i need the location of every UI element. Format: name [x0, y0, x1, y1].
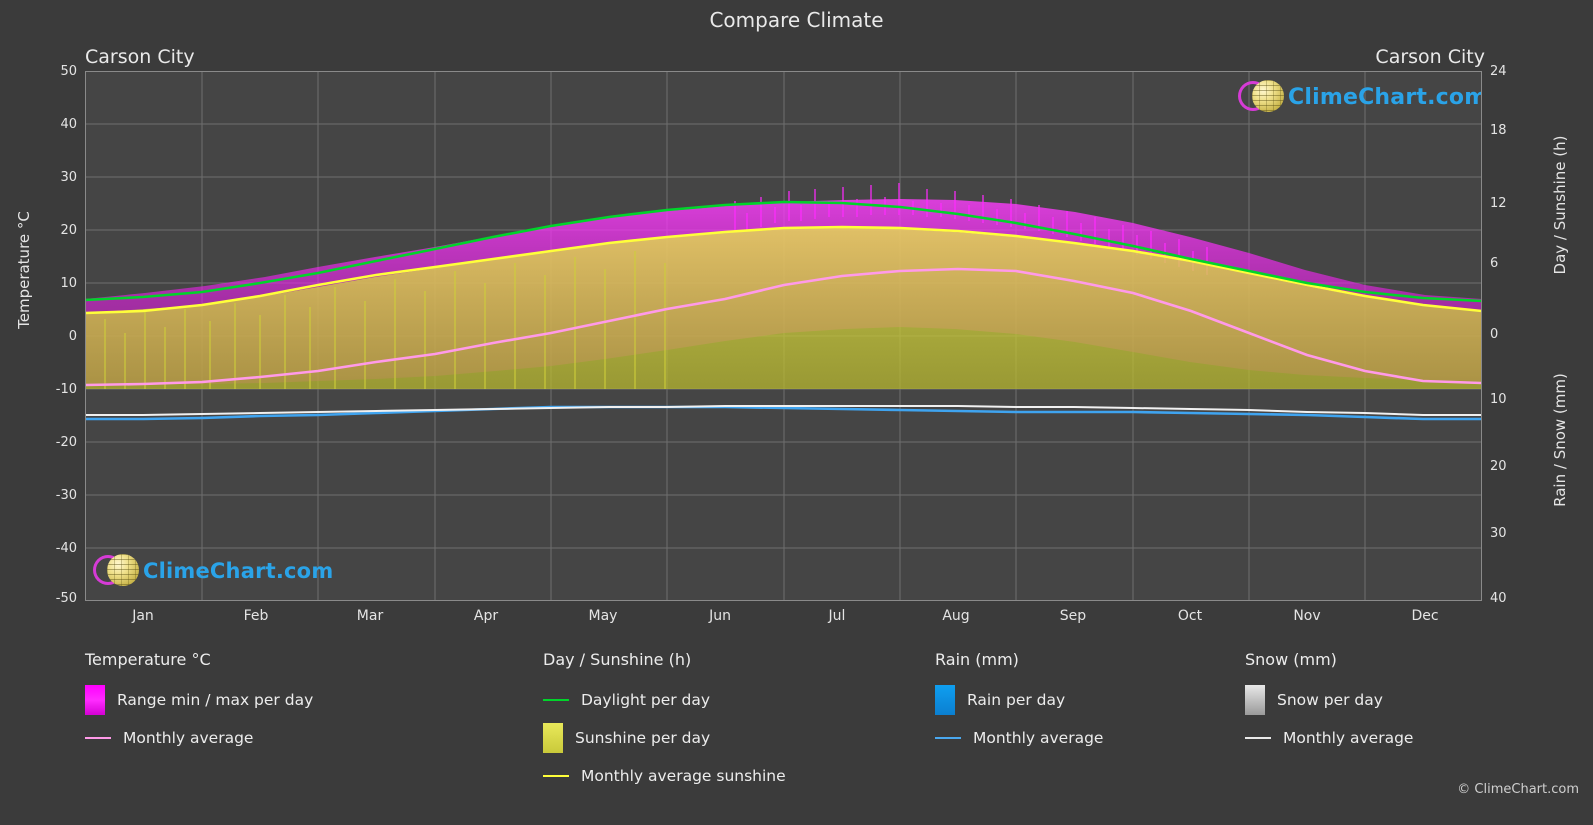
x-tick-jul: Jul [828, 608, 846, 624]
x-tick-apr: Apr [473, 608, 499, 624]
legend-item-sunshine-average: Monthly average sunshine [543, 761, 943, 791]
x-tick-dec: Dec [1411, 608, 1439, 624]
x-tick-mar: Mar [356, 608, 384, 624]
chart-svg [85, 71, 1482, 601]
legend-column-sunshine: Day / Sunshine (h) Daylight per day Suns… [543, 650, 943, 799]
x-tick-feb: Feb [243, 608, 269, 624]
climate-chart-page: Compare Climate Carson City Carson City [0, 0, 1593, 825]
legend-item-snow-daily: Snow per day [1245, 685, 1545, 715]
y-axis-label-right-bottom: Rain / Snow (mm) [1551, 373, 1569, 507]
y-tick-sun-4: 0 [1490, 327, 1499, 342]
y-tick-left-6: -10 [55, 382, 77, 397]
temperature-range-swatch [85, 685, 105, 715]
rain-swatch [935, 685, 955, 715]
y-axis-label-right-top: Day / Sunshine (h) [1551, 135, 1569, 275]
legend-item-sunshine-daily: Sunshine per day [543, 723, 943, 753]
x-tick-sep: Sep [1059, 608, 1087, 624]
sunshine-swatch [543, 723, 563, 753]
sunshine-average-swatch [543, 775, 569, 777]
climechart-logo-icon [1238, 80, 1284, 114]
y-tick-left-9: -40 [55, 541, 77, 556]
city-label-right: Carson City [1375, 46, 1485, 68]
watermark-bottom: ClimeChart.com [93, 554, 333, 588]
legend-label-snow-daily: Snow per day [1277, 691, 1383, 709]
x-tick-nov: Nov [1293, 608, 1321, 624]
legend-label-rain-average: Monthly average [973, 729, 1104, 747]
city-label-left: Carson City [85, 46, 195, 68]
daylight-swatch [543, 699, 569, 701]
snow-average-swatch [1245, 737, 1271, 739]
y-tick-left-2: 30 [60, 170, 77, 185]
legend-label-temp-average: Monthly average [123, 729, 254, 747]
y-tick-precip-4: 40 [1490, 591, 1507, 606]
legend-item-temp-range: Range min / max per day [85, 685, 515, 715]
legend-item-snow-average: Monthly average [1245, 723, 1545, 753]
y-axis-label-left: Temperature °C [15, 211, 33, 329]
x-tick-jan: Jan [132, 608, 154, 624]
temperature-average-swatch [85, 737, 111, 739]
legend-item-temp-average: Monthly average [85, 723, 515, 753]
y-tick-left-5: 0 [68, 329, 77, 344]
legend-heading-rain: Rain (mm) [935, 650, 1019, 669]
y-tick-left-3: 20 [60, 223, 77, 238]
x-tick-oct: Oct [1177, 608, 1203, 624]
y-tick-left-10: -50 [55, 591, 77, 606]
sunshine-area [85, 228, 1482, 389]
copyright-text: © ClimeChart.com [1457, 782, 1579, 797]
y-tick-sun-1: 18 [1490, 123, 1507, 138]
legend-heading-temperature: Temperature °C [85, 650, 211, 669]
legend-label-rain-daily: Rain per day [967, 691, 1066, 709]
y-tick-sun-0: 24 [1490, 64, 1507, 79]
rain-average-swatch [935, 737, 961, 739]
legend-item-rain-average: Monthly average [935, 723, 1235, 753]
chart-plot-area: ClimeChart.com ClimeChart.com [85, 71, 1482, 601]
watermark-text-2: ClimeChart.com [143, 559, 334, 583]
legend-heading-snow: Snow (mm) [1245, 650, 1337, 669]
legend-item-rain-daily: Rain per day [935, 685, 1235, 715]
snow-swatch [1245, 685, 1265, 715]
legend-item-daylight: Daylight per day [543, 685, 943, 715]
climechart-logo-icon-2 [93, 554, 139, 588]
y-tick-left-8: -30 [55, 488, 77, 503]
legend-label-temp-range: Range min / max per day [117, 691, 314, 709]
y-tick-left-4: 10 [60, 276, 77, 291]
legend-column-snow: Snow (mm) Snow per day Monthly average [1245, 650, 1545, 761]
y-tick-left-1: 40 [60, 117, 77, 132]
y-tick-left-0: 50 [60, 64, 77, 79]
x-tick-aug: Aug [942, 608, 970, 624]
legend-label-daylight: Daylight per day [581, 691, 711, 709]
legend-label-sunshine-average: Monthly average sunshine [581, 767, 786, 785]
legend-column-rain: Rain (mm) Rain per day Monthly average [935, 650, 1235, 761]
x-tick-may: May [588, 608, 618, 624]
x-tick-jun: Jun [709, 608, 731, 624]
page-title: Compare Climate [709, 8, 884, 32]
legend-label-snow-average: Monthly average [1283, 729, 1414, 747]
y-tick-precip-1: 10 [1490, 392, 1507, 407]
y-tick-precip-2: 20 [1490, 459, 1507, 474]
y-tick-sun-3: 6 [1490, 256, 1499, 271]
y-tick-left-7: -20 [55, 435, 77, 450]
legend-column-temperature: Temperature °C Range min / max per day M… [85, 650, 515, 761]
watermark-text: ClimeChart.com [1288, 84, 1482, 110]
watermark-top: ClimeChart.com [1238, 80, 1482, 114]
legend-label-sunshine-daily: Sunshine per day [575, 729, 711, 747]
legend-heading-sunshine: Day / Sunshine (h) [543, 650, 692, 669]
y-tick-sun-2: 12 [1490, 196, 1507, 211]
y-tick-precip-3: 30 [1490, 526, 1507, 541]
